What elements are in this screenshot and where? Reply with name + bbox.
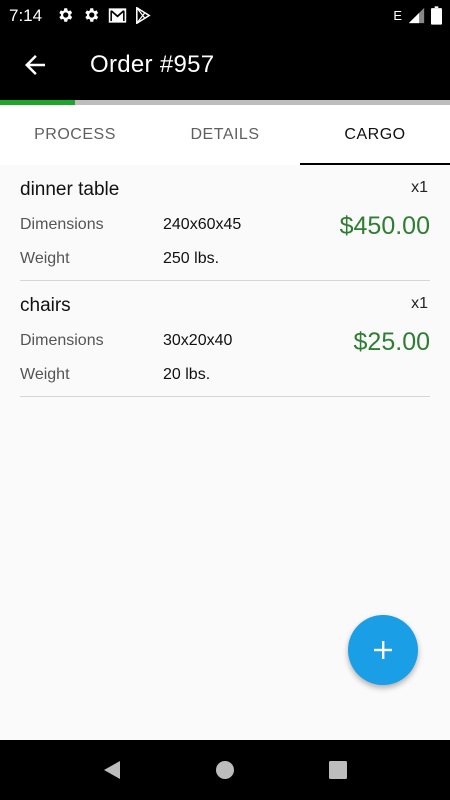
cargo-item-name: dinner table xyxy=(20,179,120,200)
status-time: 7:14 xyxy=(9,6,43,25)
tab-bar: PROCESS DETAILS CARGO xyxy=(0,105,450,165)
back-button[interactable] xyxy=(20,50,50,80)
back-triangle-icon[interactable] xyxy=(100,759,122,781)
tab-process[interactable]: PROCESS xyxy=(0,105,150,165)
page-title: Order #957 xyxy=(90,51,215,78)
dimensions-label: Dimensions xyxy=(20,332,104,349)
add-cargo-button[interactable] xyxy=(348,615,418,685)
cargo-item-price: $450.00 xyxy=(339,212,430,240)
status-bar: 7:14 E xyxy=(0,0,450,32)
cargo-item[interactable]: dinner table x1 Dimensions 240x60x45 $45… xyxy=(20,165,430,281)
cargo-list: dinner table x1 Dimensions 240x60x45 $45… xyxy=(20,165,430,397)
network-type-label: E xyxy=(393,8,402,23)
dimensions-value: 240x60x45 xyxy=(163,216,242,233)
cargo-item[interactable]: chairs x1 Dimensions 30x20x40 $25.00 Wei… xyxy=(20,281,430,397)
signal-icon xyxy=(408,7,425,24)
battery-icon xyxy=(431,6,442,25)
cargo-item-name: chairs xyxy=(20,295,71,316)
system-icons: E xyxy=(393,6,442,25)
dimensions-label: Dimensions xyxy=(20,216,104,233)
weight-value: 20 lbs. xyxy=(163,366,211,383)
tab-cargo[interactable]: CARGO xyxy=(300,105,450,165)
play-store-icon xyxy=(136,6,151,24)
cargo-item-quantity: x1 xyxy=(411,295,428,312)
system-nav-bar xyxy=(0,740,450,800)
cargo-item-quantity: x1 xyxy=(411,179,428,196)
arrow-back-icon xyxy=(25,55,45,75)
gear-icon xyxy=(59,8,73,22)
weight-label: Weight xyxy=(20,250,70,267)
cargo-item-price: $25.00 xyxy=(353,328,430,356)
plus-icon xyxy=(374,641,392,659)
notification-icons xyxy=(56,6,151,24)
weight-value: 250 lbs. xyxy=(163,250,220,267)
home-circle-icon[interactable] xyxy=(214,759,236,781)
weight-label: Weight xyxy=(20,366,70,383)
tab-details[interactable]: DETAILS xyxy=(150,105,300,165)
gear-icon xyxy=(85,8,99,22)
mail-icon xyxy=(108,7,127,23)
app-bar: Order #957 xyxy=(0,32,450,100)
recents-square-icon[interactable] xyxy=(327,759,349,781)
dimensions-value: 30x20x40 xyxy=(163,332,233,349)
